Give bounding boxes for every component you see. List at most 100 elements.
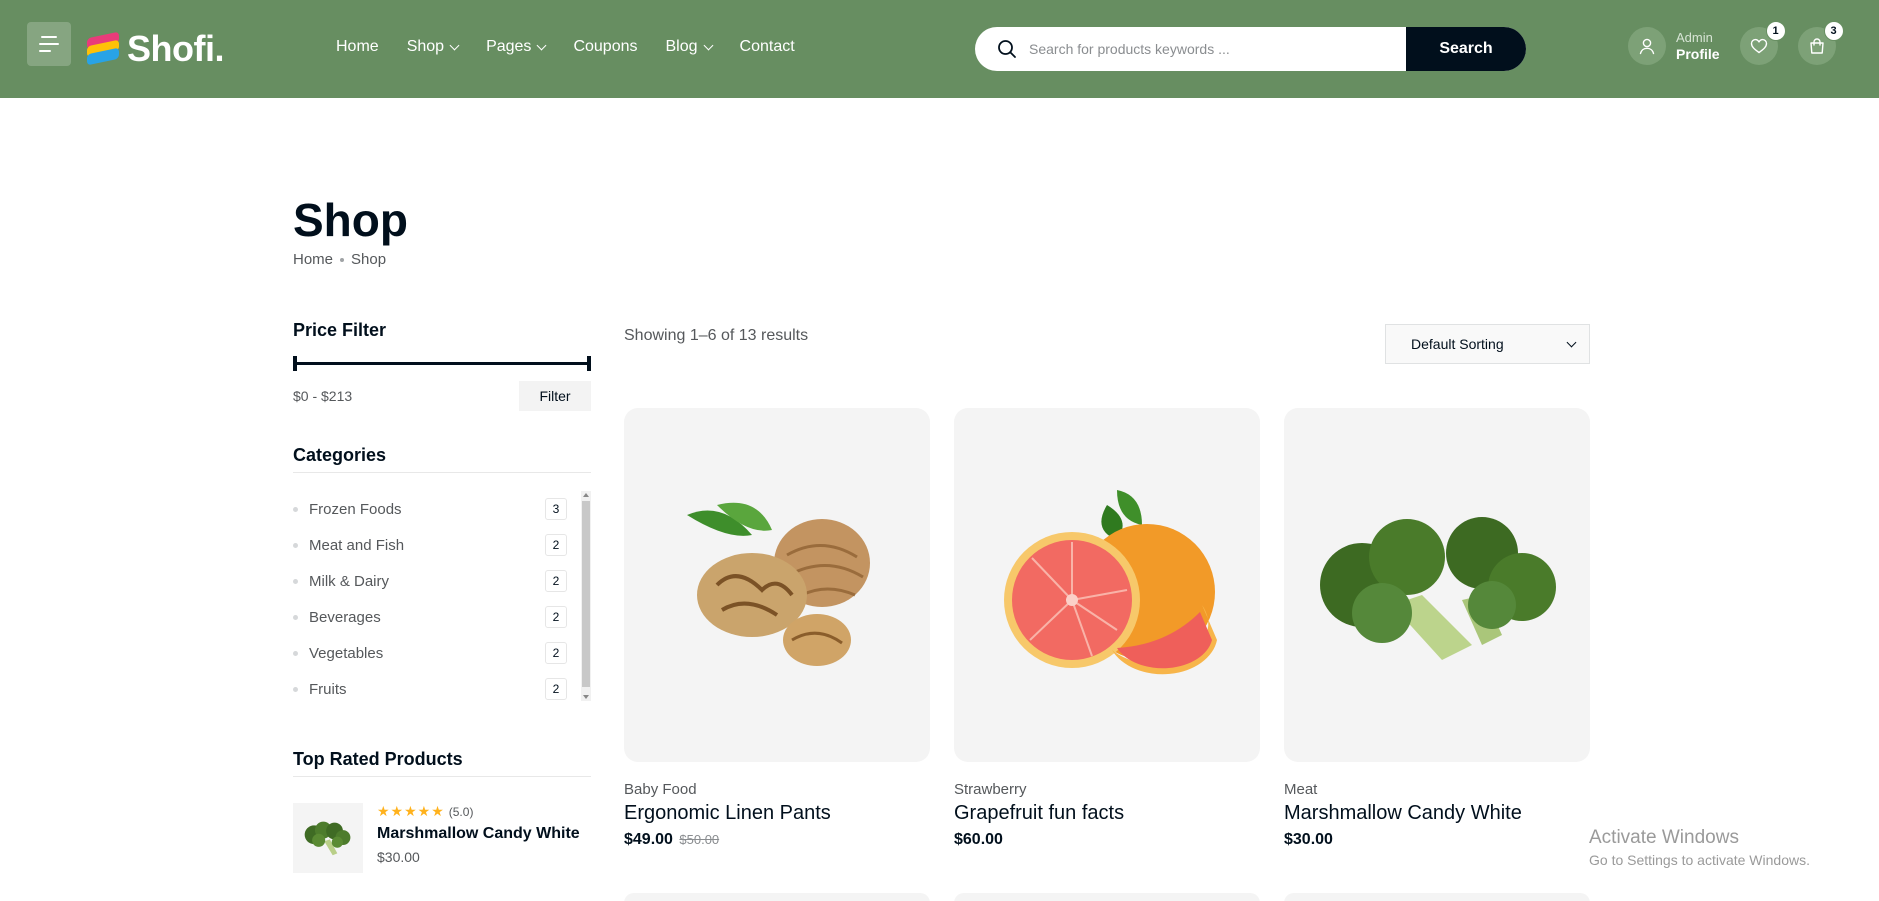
- walnut-icon: [687, 502, 870, 666]
- category-item[interactable]: Beverages 2: [293, 599, 591, 635]
- header-actions: Admin Profile 1 3: [1628, 21, 1844, 65]
- price-range-text: $0 - $213: [293, 388, 353, 404]
- profile-greeting: Admin: [1676, 30, 1713, 45]
- category-item[interactable]: Vegetables 2: [293, 635, 591, 671]
- rating-value: (5.0): [448, 805, 474, 819]
- product-category[interactable]: Strawberry: [954, 781, 1260, 798]
- scrollbar-thumb[interactable]: [582, 501, 590, 687]
- bullet-icon: [293, 686, 298, 692]
- broccoli-icon: [304, 821, 351, 856]
- star-rating-icon: ★★★★★: [377, 803, 445, 819]
- price-slider-max-handle[interactable]: [587, 356, 591, 371]
- price-slider-min-handle[interactable]: [293, 356, 297, 371]
- breadcrumb-current: Shop: [351, 251, 387, 268]
- site-header: Shofi. Home Shop Pages Coupons Blog Cont…: [0, 0, 1879, 98]
- top-rated-name[interactable]: Marshmallow Candy White: [377, 825, 580, 843]
- price-filter-title: Price Filter: [293, 320, 387, 340]
- shop-sidebar: Price Filter $0 - $213 Filter Categories…: [293, 320, 591, 873]
- main-nav: Home Shop Pages Coupons Blog Contact: [336, 38, 795, 56]
- price-range-slider[interactable]: [293, 356, 591, 371]
- category-item[interactable]: Milk & Dairy 2: [293, 563, 591, 599]
- category-name: Beverages: [309, 608, 381, 626]
- logo[interactable]: Shofi.: [85, 28, 224, 70]
- page-title: Shop: [293, 194, 408, 246]
- category-name: Fruits: [309, 680, 347, 698]
- product-card[interactable]: Meat Marshmallow Candy White $30.00: [1284, 408, 1590, 849]
- nav-item-coupons[interactable]: Coupons: [573, 38, 637, 56]
- wishlist-count-badge: 1: [1765, 21, 1786, 41]
- scroll-up-arrow-icon[interactable]: [583, 493, 589, 497]
- nav-item-pages[interactable]: Pages: [486, 38, 547, 56]
- product-title[interactable]: Grapefruit fun facts: [954, 802, 1260, 825]
- filter-button[interactable]: Filter: [519, 381, 591, 411]
- categories-list: Frozen Foods 3 Meat and Fish 2 Milk & Dairy 2…: [293, 491, 591, 707]
- nav-item-blog[interactable]: Blog: [665, 38, 713, 56]
- nav-item-home[interactable]: Home: [336, 38, 379, 56]
- broccoli-icon: [1320, 517, 1556, 660]
- category-item[interactable]: Frozen Foods 3: [293, 491, 591, 527]
- product-card[interactable]: Baby Food Ergonomic Linen Pants $49.00 $…: [624, 408, 930, 849]
- product-category[interactable]: Baby Food: [624, 781, 930, 798]
- category-count: 2: [545, 534, 567, 556]
- top-rated-info: ★★★★★ (5.0) Marshmallow Candy White $30.0…: [377, 803, 580, 873]
- logo-text: Shofi.: [127, 28, 224, 69]
- category-name: Milk & Dairy: [309, 572, 390, 590]
- profile-text: Admin Profile: [1676, 30, 1720, 62]
- product-card-peek[interactable]: [1284, 893, 1590, 901]
- search-input[interactable]: [1023, 27, 1406, 71]
- top-rated-thumbnail[interactable]: [293, 803, 363, 873]
- product-image[interactable]: [954, 408, 1260, 762]
- product-price: $60.00: [954, 831, 1003, 848]
- product-card-peek[interactable]: [624, 893, 930, 901]
- nav-item-shop[interactable]: Shop: [406, 38, 460, 56]
- scroll-down-arrow-icon[interactable]: [583, 695, 589, 699]
- nav-label: Blog: [665, 38, 698, 55]
- category-name: Frozen Foods: [309, 500, 402, 518]
- category-name: Meat and Fish: [309, 536, 405, 554]
- category-name: Vegetables: [309, 644, 384, 662]
- search-icon[interactable]: [975, 27, 1023, 71]
- profile-link[interactable]: Admin Profile: [1628, 27, 1720, 65]
- wishlist-button[interactable]: 1: [1739, 21, 1786, 65]
- cart-button[interactable]: 3: [1797, 21, 1844, 65]
- hamburger-line: [39, 43, 59, 45]
- category-count: 3: [545, 498, 567, 520]
- bullet-icon: [293, 578, 298, 584]
- cart-count-badge: 3: [1823, 21, 1844, 41]
- bullet-icon: [293, 650, 298, 656]
- hamburger-menu-button[interactable]: [27, 22, 71, 66]
- breadcrumb: Home Shop: [293, 251, 386, 268]
- profile-label: Profile: [1676, 46, 1720, 62]
- nav-item-contact[interactable]: Contact: [740, 38, 795, 56]
- product-card-peek[interactable]: [954, 893, 1260, 901]
- heart-icon: [1750, 38, 1767, 54]
- nav-label: Coupons: [573, 38, 638, 55]
- product-card[interactable]: Strawberry Grapefruit fun facts $60.00: [954, 408, 1260, 849]
- result-count: Showing 1–6 of 13 results: [624, 327, 809, 344]
- sort-select[interactable]: Default Sorting: [1385, 324, 1590, 364]
- product-price-row: $60.00: [954, 831, 1260, 849]
- bullet-icon: [293, 614, 298, 620]
- category-item[interactable]: Fruits 2: [293, 671, 591, 707]
- breadcrumb-separator: [340, 257, 345, 262]
- product-title[interactable]: Marshmallow Candy White: [1284, 802, 1590, 825]
- product-price: $49.00: [624, 831, 673, 848]
- activation-title: Activate Windows: [1589, 827, 1739, 848]
- shopping-bag-icon: [1809, 38, 1824, 54]
- product-title[interactable]: Ergonomic Linen Pants: [624, 802, 930, 825]
- chevron-down-icon: [536, 40, 547, 50]
- category-count: 2: [545, 642, 567, 664]
- nav-label: Shop: [406, 38, 445, 55]
- category-item[interactable]: Meat and Fish 2: [293, 527, 591, 563]
- product-image[interactable]: [624, 408, 930, 762]
- product-category[interactable]: Meat: [1284, 781, 1590, 798]
- bullet-icon: [293, 506, 298, 512]
- search-button[interactable]: Search: [1406, 27, 1526, 71]
- breadcrumb-home[interactable]: Home: [293, 251, 333, 268]
- activation-subtitle: Go to Settings to activate Windows.: [1589, 852, 1810, 868]
- grapefruit-icon: [1004, 490, 1217, 675]
- chevron-down-icon: [449, 40, 460, 50]
- top-rated-item[interactable]: ★★★★★ (5.0) Marshmallow Candy White $30.0…: [293, 803, 591, 873]
- categories-scrollbar[interactable]: [581, 491, 591, 701]
- product-image[interactable]: [1284, 408, 1590, 762]
